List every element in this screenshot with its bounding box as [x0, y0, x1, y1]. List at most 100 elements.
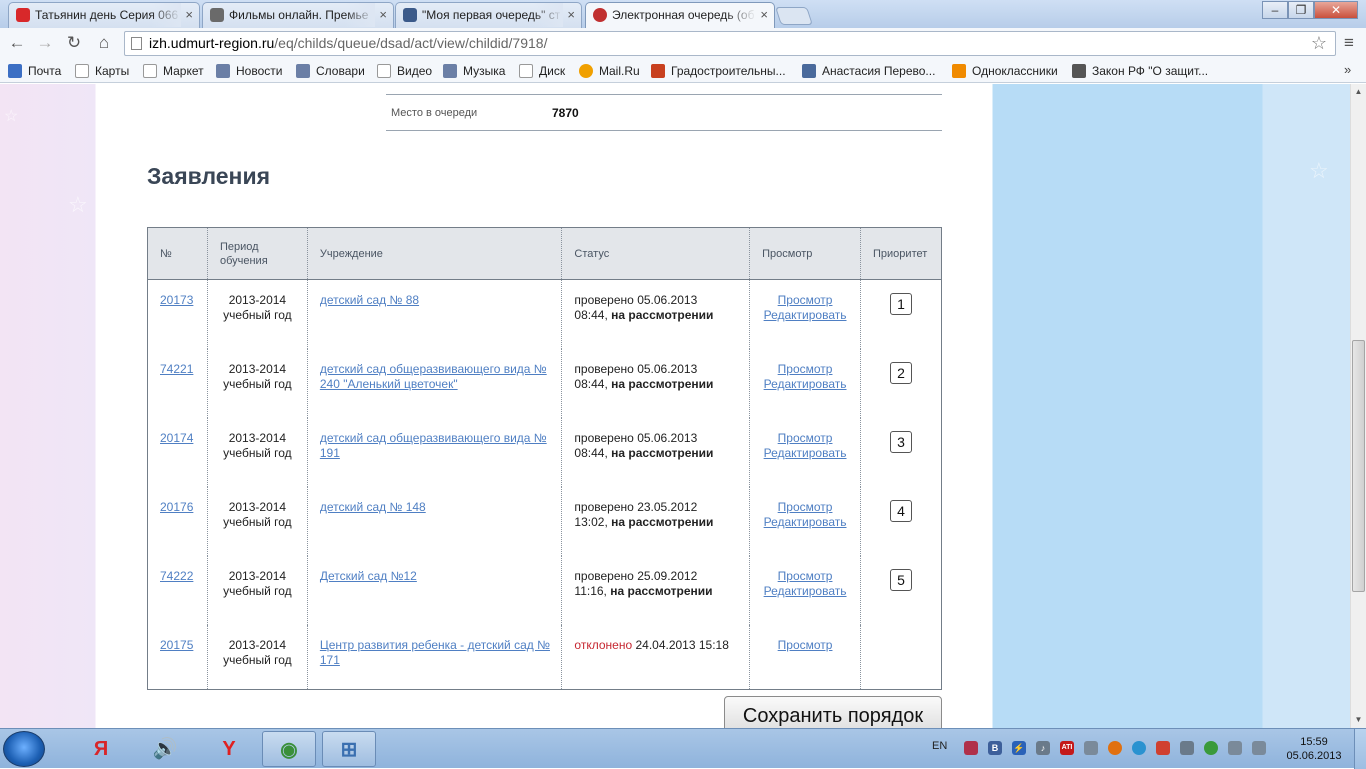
tray-app-icon[interactable] [1084, 741, 1098, 755]
tray-app-icon[interactable] [964, 741, 978, 755]
scroll-up-icon[interactable]: ▲ [1351, 84, 1366, 100]
save-order-button[interactable]: Сохранить порядок [724, 696, 942, 728]
close-icon[interactable]: × [760, 3, 768, 27]
search-icon[interactable] [1132, 741, 1146, 755]
chrome-icon[interactable]: ◉ [262, 731, 316, 767]
period-type: учебный год [223, 652, 292, 667]
institution-link[interactable]: детский сад № 88 [320, 293, 419, 307]
bookmark-market[interactable]: Маркет [143, 62, 204, 80]
tray-app-icon[interactable]: ⚡ [1012, 741, 1026, 755]
table-row: 20175 2013-2014 учебный год Центр развити… [147, 624, 942, 690]
app-number-link[interactable]: 20175 [160, 638, 193, 652]
back-icon[interactable]: ← [6, 32, 28, 54]
app-number-link[interactable]: 20174 [160, 431, 193, 445]
device-icon[interactable] [1180, 741, 1194, 755]
tray-app-icon[interactable] [1108, 741, 1122, 755]
priority-input[interactable]: 2 [890, 361, 912, 384]
app-number-link[interactable]: 20176 [160, 500, 193, 514]
new-tab-button[interactable] [775, 7, 813, 25]
menu-icon[interactable]: ≡ [1339, 33, 1359, 53]
volume-mixer-icon[interactable]: 🔊 [138, 731, 192, 767]
app-number-link[interactable]: 20173 [160, 293, 193, 307]
tray-app-icon[interactable] [1156, 741, 1170, 755]
close-icon[interactable]: × [185, 3, 193, 27]
bookmark-star-icon[interactable]: ☆ [1311, 32, 1327, 55]
yandex-icon[interactable]: Y [202, 731, 256, 767]
mail-icon [8, 64, 22, 78]
app-number-link[interactable]: 74221 [160, 362, 193, 376]
more-bookmarks-icon[interactable]: » [1344, 62, 1351, 77]
priority-input[interactable]: 3 [890, 430, 912, 453]
vertical-scrollbar[interactable]: ▲ ▼ [1350, 84, 1366, 728]
tray-app-icon[interactable]: B [988, 741, 1002, 755]
close-window-button[interactable]: ✕ [1314, 1, 1358, 19]
period-years: 2013-2014 [228, 637, 287, 652]
close-icon[interactable]: × [567, 3, 575, 27]
network-icon[interactable] [1204, 741, 1218, 755]
tab-electronic-queue[interactable]: Электронная очередь (об × [585, 2, 775, 28]
yandex-browser-icon[interactable]: Я [74, 731, 128, 767]
period-type: учебный год [223, 514, 292, 529]
view-link[interactable]: Просмотр [778, 638, 833, 652]
bookmark-slovari[interactable]: Словари [296, 62, 365, 80]
view-link[interactable]: Просмотр [778, 293, 833, 307]
bookmark-zakon[interactable]: Закон РФ "О защит... [1072, 62, 1208, 80]
table-row: 20176 2013-2014 учебный год детский сад №… [147, 486, 942, 556]
priority-input[interactable]: 1 [890, 293, 912, 315]
institution-link[interactable]: детский сад общеразвивающего вида № 240 … [320, 362, 547, 391]
bookmark-pochta[interactable]: Почта [8, 62, 61, 80]
show-desktop-button[interactable] [1354, 729, 1366, 769]
flag-icon[interactable] [1228, 741, 1242, 755]
edit-link[interactable]: Редактировать [764, 584, 847, 598]
edit-link[interactable]: Редактировать [764, 377, 847, 391]
tab-films[interactable]: Фильмы онлайн. Премье × [202, 2, 394, 28]
status-time: 08:44, [574, 445, 608, 460]
scrollbar-thumb[interactable] [1352, 340, 1365, 592]
ati-icon[interactable]: ATI [1060, 741, 1074, 755]
edit-link[interactable]: Редактировать [764, 446, 847, 460]
view-link[interactable]: Просмотр [778, 500, 833, 514]
language-indicator[interactable]: EN [932, 740, 947, 752]
status-cell: проверено 05.06.2013 08:44, на рассмотрен… [561, 279, 750, 349]
bookmark-mailru[interactable]: Mail.Ru [579, 62, 640, 80]
period-years: 2013-2014 [228, 499, 287, 514]
minimize-button[interactable]: – [1262, 1, 1288, 19]
system-app-icon[interactable]: ⊞ [322, 731, 376, 767]
institution-link[interactable]: Детский сад №12 [320, 569, 417, 583]
volume-icon[interactable] [1252, 741, 1266, 755]
view-link[interactable]: Просмотр [778, 431, 833, 445]
home-icon[interactable]: ⌂ [93, 32, 115, 54]
address-bar[interactable]: izh.udmurt-region.ru/eq/childs/queue/dsa… [124, 31, 1336, 56]
status-date: 23.05.2012 [637, 499, 698, 514]
speaker-icon[interactable]: ♪ [1036, 741, 1050, 755]
bookmark-disk[interactable]: Диск [519, 62, 565, 80]
view-link[interactable]: Просмотр [778, 569, 833, 583]
scroll-down-icon[interactable]: ▼ [1351, 712, 1366, 728]
app-number-link[interactable]: 74222 [160, 569, 193, 583]
bookmark-karty[interactable]: Карты [75, 62, 129, 80]
tab-first-queue[interactable]: "Моя первая очередь" ст × [395, 2, 582, 28]
institution-link[interactable]: детский сад общеразвивающего вида № 191 [320, 431, 547, 460]
close-icon[interactable]: × [379, 3, 387, 27]
maximize-button[interactable]: ❐ [1288, 1, 1314, 19]
reload-icon[interactable]: ↻ [63, 32, 85, 54]
bookmark-odnoklassniki[interactable]: Одноклассники [952, 62, 1058, 80]
column-header-period: Период обучения [206, 227, 308, 280]
tab-youtube[interactable]: Татьянин день Серия 066 × [8, 2, 200, 28]
status-state: на рассмотрении [611, 376, 714, 391]
institution-link[interactable]: детский сад № 148 [320, 500, 426, 514]
bookmark-muzyka[interactable]: Музыка [443, 62, 505, 80]
start-button[interactable] [3, 731, 45, 767]
bookmark-video[interactable]: Видео [377, 62, 432, 80]
clock[interactable]: 15:59 05.06.2013 [1284, 735, 1344, 763]
priority-input[interactable]: 5 [890, 568, 912, 591]
edit-link[interactable]: Редактировать [764, 308, 847, 322]
view-link[interactable]: Просмотр [778, 362, 833, 376]
bookmark-anastasia[interactable]: Анастасия Перево... [802, 62, 935, 80]
bookmark-gradostroitelny[interactable]: Градостроительны... [651, 62, 786, 80]
institution-link[interactable]: Центр развития ребенка - детский сад № 1… [320, 638, 550, 667]
bookmark-novosti[interactable]: Новости [216, 62, 282, 80]
priority-input[interactable]: 4 [890, 499, 912, 522]
forward-icon[interactable]: → [34, 32, 56, 54]
edit-link[interactable]: Редактировать [764, 515, 847, 529]
